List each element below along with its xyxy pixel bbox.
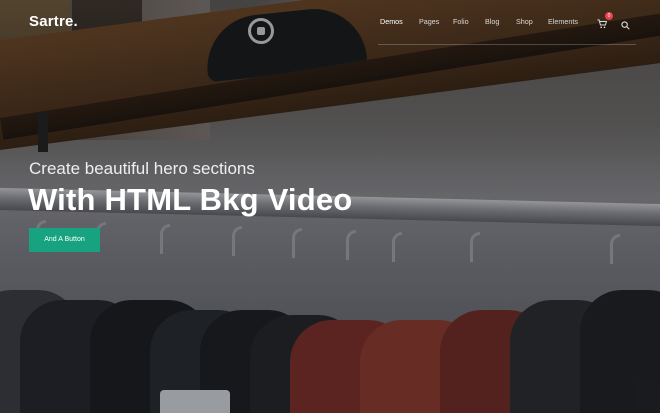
header-divider — [378, 44, 636, 45]
hero-section: Sartre. Demos Pages Folio Blog Shop Elem… — [0, 0, 660, 413]
hero-subtitle: Create beautiful hero sections — [29, 159, 255, 178]
hero-title: With HTML Bkg Video — [28, 182, 353, 217]
nav-demos[interactable]: Demos — [380, 17, 403, 26]
nav-shop[interactable]: Shop — [516, 17, 533, 26]
nav-elements[interactable]: Elements — [548, 17, 578, 26]
search-icon[interactable] — [621, 17, 630, 30]
cart-count-badge: 0 — [605, 12, 613, 20]
nav-blog[interactable]: Blog — [485, 17, 499, 26]
nav-pages[interactable]: Pages — [419, 17, 439, 26]
nav-folio[interactable]: Folio — [453, 17, 469, 26]
site-logo[interactable]: Sartre. — [29, 13, 78, 30]
hero-cta-button[interactable]: And A Button — [29, 228, 100, 252]
